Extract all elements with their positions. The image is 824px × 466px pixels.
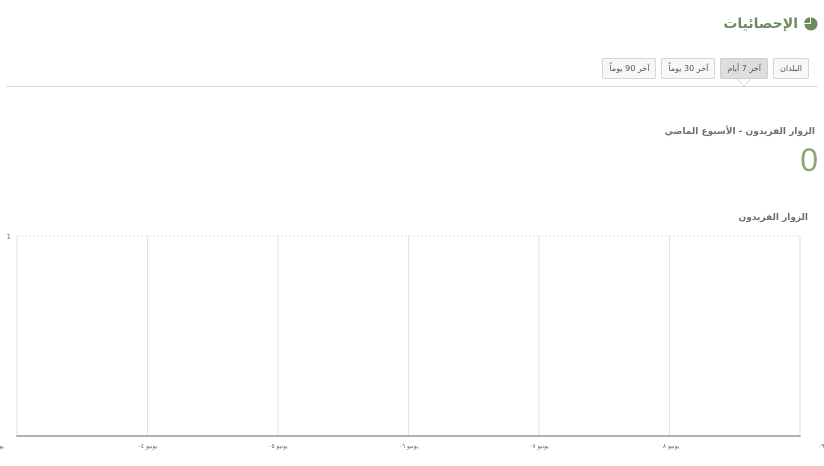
tab-last-30-days[interactable]: آخر 30 يوماً [661, 58, 716, 79]
pie-chart-icon [804, 17, 818, 31]
chart-title: الزوار الفريدون [738, 213, 808, 223]
chart-svg: 1 يونيو ٠٣ يونيو ٠٤ يونيو ٠٥ يونيو ٠٦ يونيو ٠… [0, 233, 824, 450]
data-point [16, 435, 18, 437]
x-tick-label: يونيو ٠٣ [0, 443, 4, 450]
x-tick-label: يونيو ٠٦ [399, 443, 419, 450]
unique-visitors-week-value: 0 [800, 142, 818, 178]
tabs-divider [6, 86, 818, 87]
page-header: الإحصائيات [723, 16, 818, 32]
tab-countries[interactable]: البلدان [772, 58, 809, 79]
x-tick-label: يونيو ٠٥ [268, 443, 288, 450]
data-point [538, 435, 540, 437]
data-point [668, 435, 671, 437]
unique-visitors-chart: 1 يونيو ٠٣ يونيو ٠٤ يونيو ٠٥ يونيو ٠٦ يونيو ٠… [0, 228, 824, 466]
x-tick-label: يونيو ٠٨ [660, 443, 680, 450]
tab-last-7-days[interactable]: آخر 7 أيام [720, 58, 768, 87]
page-title: الإحصائيات [723, 16, 798, 32]
y-tick-label: 1 [7, 233, 11, 241]
x-tick-label: يونيو ٠٩ [818, 443, 824, 450]
tab-last-90-days[interactable]: آخر 90 يوماً [602, 58, 657, 79]
x-tick-label: يونيو ٠٧ [529, 443, 549, 450]
data-point [799, 435, 801, 437]
data-point [407, 435, 410, 437]
range-tabs: البلدان آخر 7 أيام آخر 30 يوماً آخر 90 ي… [602, 58, 809, 87]
data-point [146, 435, 149, 437]
unique-visitors-week-label: الزوار الفريدون - الأسبوع الماضي [664, 127, 815, 137]
x-tick-label: يونيو ٠٤ [138, 443, 158, 450]
data-point [277, 435, 279, 437]
